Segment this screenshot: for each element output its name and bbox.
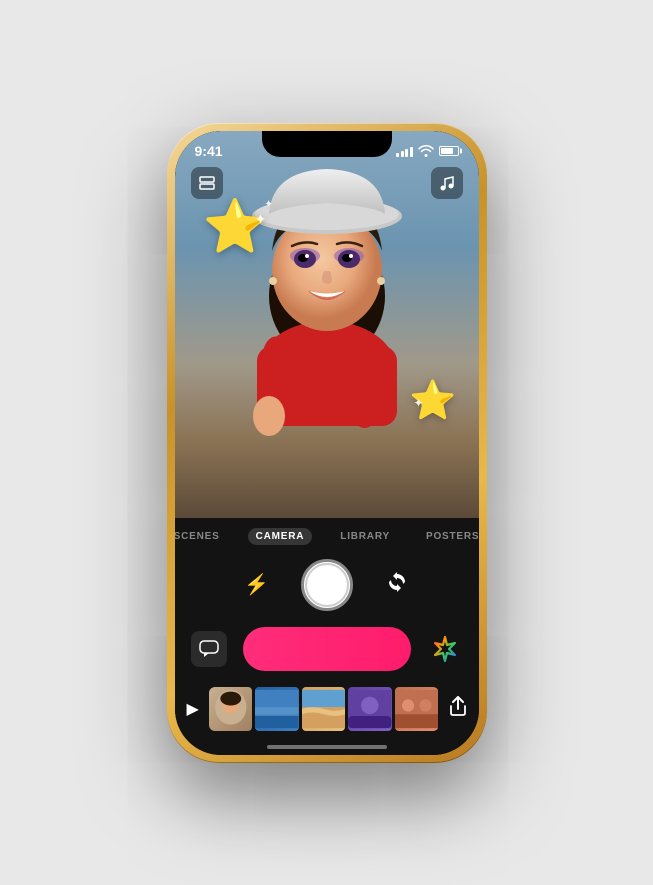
top-controls xyxy=(175,167,479,199)
clip-5[interactable] xyxy=(395,687,439,731)
status-time: 9:41 xyxy=(195,143,223,159)
tab-posters[interactable]: POSTERS xyxy=(418,528,479,545)
battery-icon xyxy=(439,146,459,156)
record-row xyxy=(175,621,479,681)
layers-button[interactable] xyxy=(191,167,223,199)
battery-fill xyxy=(441,148,454,154)
flash-button[interactable]: ⚡ xyxy=(244,572,269,597)
layers-icon xyxy=(199,176,215,190)
play-button[interactable]: ▶ xyxy=(187,699,199,719)
record-button[interactable] xyxy=(243,627,411,671)
signal-bar-4 xyxy=(410,147,413,157)
wifi-icon xyxy=(418,145,434,157)
signal-bar-3 xyxy=(405,149,408,157)
home-indicator xyxy=(267,745,387,749)
flip-camera-button[interactable] xyxy=(385,571,409,599)
clip-2[interactable] xyxy=(255,687,299,731)
timeline-strip: ▶ xyxy=(175,681,479,741)
status-icons xyxy=(396,145,459,157)
flip-icon xyxy=(385,571,409,593)
sparkle-2: ✦ xyxy=(265,199,273,210)
tab-library[interactable]: LIBRARY xyxy=(332,528,398,545)
sparkle-1: ✦ xyxy=(255,211,267,228)
phone-inner: 9:41 xyxy=(175,131,479,755)
sparkle-effects-button[interactable] xyxy=(427,631,463,667)
tab-camera[interactable]: CAMERA xyxy=(248,528,313,545)
rainbow-star-icon xyxy=(431,635,459,663)
clip-1[interactable] xyxy=(209,687,253,731)
signal-icon xyxy=(396,145,413,157)
phone-shell: 9:41 xyxy=(167,123,487,763)
bottom-panel: SCENES CAMERA LIBRARY POSTERS ⚡ xyxy=(175,518,479,755)
speech-bubble-icon xyxy=(199,640,219,658)
sparkle-3: ✦ xyxy=(413,396,423,410)
share-icon xyxy=(449,696,467,716)
notch xyxy=(262,131,392,157)
timeline-clips xyxy=(209,687,439,731)
signal-bar-1 xyxy=(396,153,399,157)
capture-button[interactable] xyxy=(301,559,353,611)
music-button[interactable] xyxy=(431,167,463,199)
clip-4[interactable] xyxy=(348,687,392,731)
effects-button[interactable] xyxy=(191,631,227,667)
music-note-icon xyxy=(440,175,454,191)
share-button[interactable] xyxy=(449,696,467,721)
signal-bar-2 xyxy=(401,151,404,157)
tab-scenes[interactable]: SCENES xyxy=(175,528,228,545)
capture-inner xyxy=(305,563,349,607)
clip-3[interactable] xyxy=(302,687,346,731)
tab-bar: SCENES CAMERA LIBRARY POSTERS xyxy=(175,518,479,553)
screen: 9:41 xyxy=(175,131,479,755)
camera-controls: ⚡ xyxy=(175,553,479,621)
